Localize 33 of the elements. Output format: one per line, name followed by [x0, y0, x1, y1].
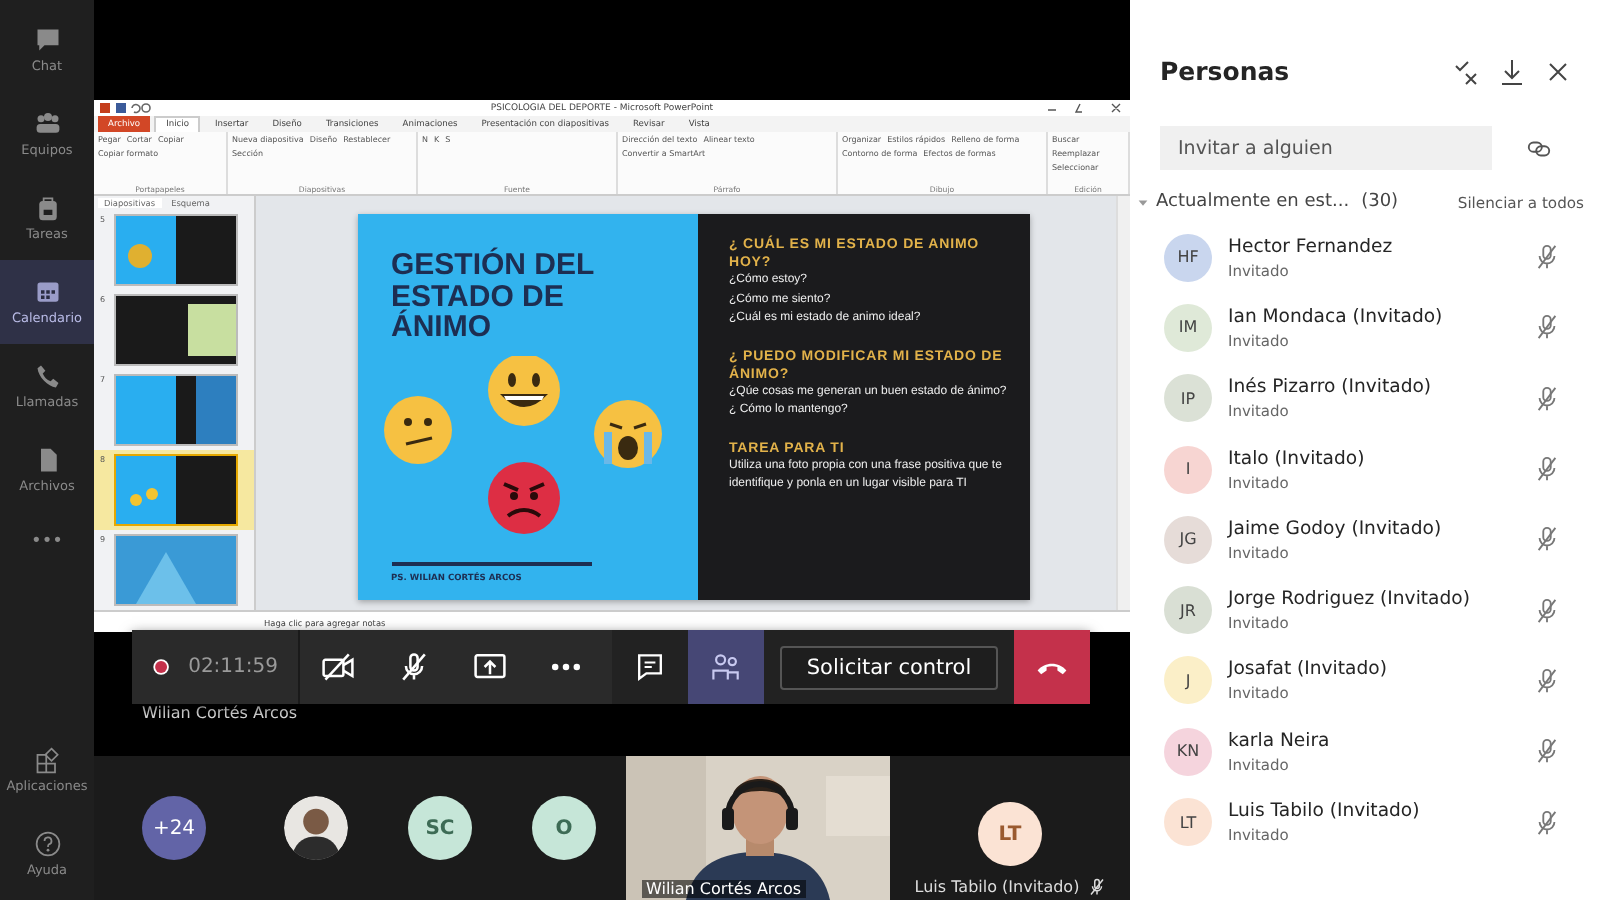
participant-avatar: LT [978, 802, 1042, 866]
presenter-name: Wilian Cortés Arcos [142, 704, 298, 723]
participant-avatar: KN [1164, 727, 1212, 776]
section-header[interactable]: Actualmente en est... [1136, 192, 1350, 212]
participant-avatar: IP [1164, 374, 1212, 423]
participant-name: karla Neira [1228, 729, 1332, 752]
invite-field[interactable]: Invitar a alguien [1160, 126, 1492, 170]
participant-avatar: I [1164, 445, 1212, 494]
participant-name: Wilian Cortés Arcos [642, 880, 806, 898]
participant-name: Jaime Godoy (Invitado) [1228, 517, 1444, 540]
call-timer: 02:11:59 [188, 656, 278, 678]
participant-name: Inés Pizarro (Invitado) [1228, 376, 1434, 399]
participant-avatar: HF [1164, 233, 1212, 282]
participant-name: Jorge Rodriguez (Invitado) [1228, 588, 1472, 611]
participant-avatar: JG [1164, 515, 1212, 564]
participant-avatar: J [1164, 656, 1212, 705]
request-control-button[interactable]: Solicitar control [780, 645, 998, 689]
more-button[interactable]: ••• [0, 512, 94, 572]
participant-avatar: JR [1164, 586, 1212, 635]
participant-name: Ian Mondaca (Invitado) [1228, 305, 1445, 328]
participant-avatar: SC [408, 796, 472, 860]
participant-name: Hector Fernandez [1228, 235, 1395, 258]
participant-name: Luis Tabilo (Invitado) [1228, 800, 1422, 823]
participant-name: Italo (Invitado) [1228, 447, 1367, 470]
participant-count: (30) [1361, 192, 1399, 212]
participant-avatar: IM [1164, 303, 1212, 352]
panel-title: Personas [1160, 56, 1290, 86]
participant-name: Luis Tabilo (Invitado) [914, 878, 1080, 896]
participant-name: Josafat (Invitado) [1228, 658, 1389, 681]
participant-avatar: LT [1164, 798, 1212, 847]
participant-avatar: O [532, 796, 596, 860]
more-participants-badge[interactable]: +24 [142, 796, 206, 860]
slide-title: GESTIÓN DEL ESTADO DE ÁNIMO [391, 250, 596, 343]
